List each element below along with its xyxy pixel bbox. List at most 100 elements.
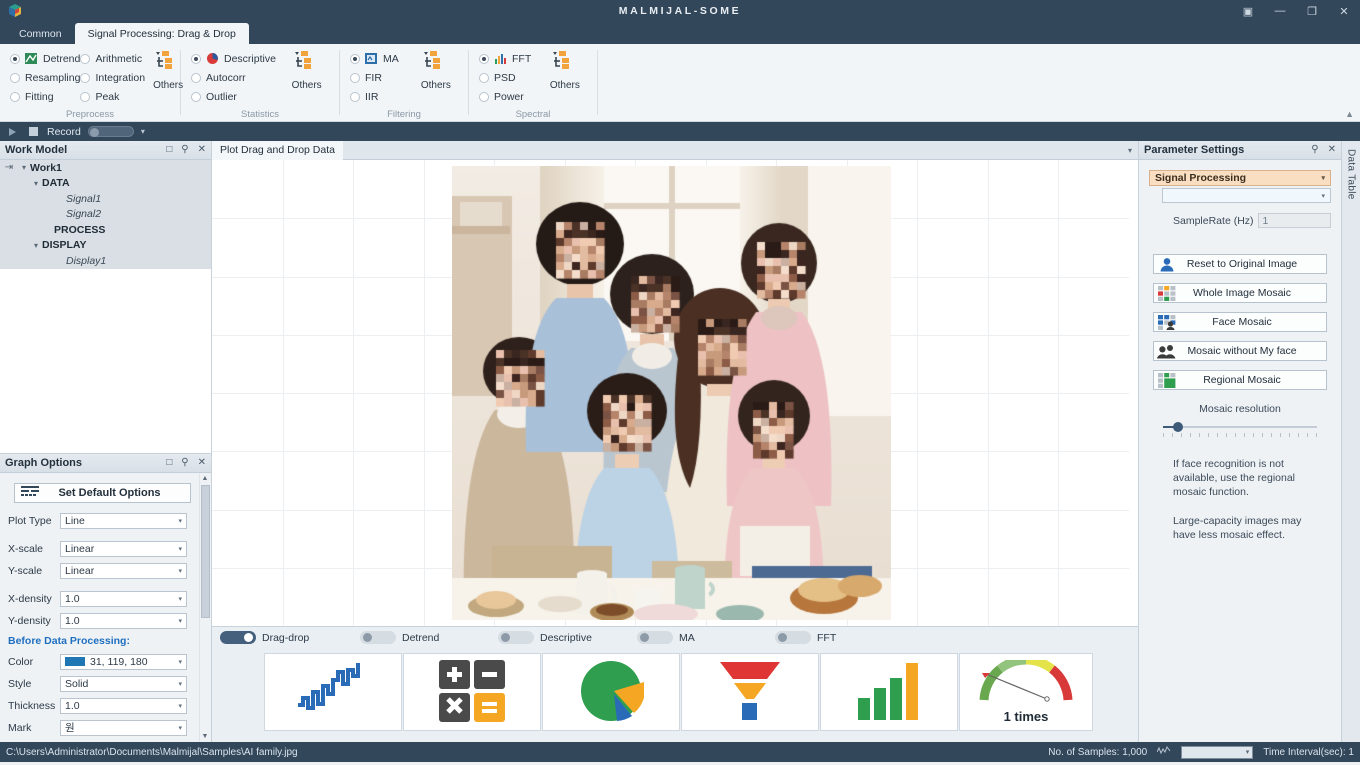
radio-psd[interactable]: PSD: [479, 70, 535, 85]
radio-peak[interactable]: Peak: [80, 89, 145, 104]
family-photo-with-mosaic-faces[interactable]: [452, 166, 891, 620]
color-select[interactable]: 31, 119, 180 ▾: [60, 654, 187, 670]
tree-node-work1[interactable]: ⇥ ▾ Work1: [0, 160, 211, 176]
scroll-down-icon[interactable]: ▼: [202, 731, 209, 742]
restore-icon[interactable]: □: [166, 145, 172, 155]
toggle-switch[interactable]: [637, 631, 673, 644]
reset-to-original-image-button[interactable]: Reset to Original Image: [1153, 254, 1327, 274]
filter-card[interactable]: [681, 653, 819, 731]
radio-detrend[interactable]: Detrend: [10, 51, 80, 66]
others-button-spectral[interactable]: Others: [543, 48, 587, 91]
pin-icon[interactable]: ⚲: [181, 458, 188, 468]
radio-resampling[interactable]: Resampling: [10, 70, 80, 85]
run-count-card[interactable]: 1 times: [959, 653, 1093, 731]
tree-node-signal2[interactable]: Signal2: [0, 207, 211, 223]
pin-icon[interactable]: ⚲: [1311, 145, 1318, 155]
radio-fft[interactable]: FFT: [479, 51, 535, 66]
tree-node-signal1[interactable]: Signal1: [0, 191, 211, 207]
mark-select[interactable]: 원 ▾: [60, 720, 187, 736]
close-icon[interactable]: ✕: [1328, 0, 1360, 22]
radio-integration[interactable]: Integration: [80, 70, 145, 85]
radio-outlier[interactable]: Outlier: [191, 89, 276, 104]
toggle-fft[interactable]: FFT: [775, 631, 836, 644]
maximize-icon[interactable]: ❐: [1296, 0, 1328, 22]
radio-dot: [350, 54, 360, 64]
radio-autocorr[interactable]: Autocorr: [191, 70, 276, 85]
toggle-switch[interactable]: [220, 631, 256, 644]
close-icon[interactable]: ✕: [198, 145, 206, 155]
thickness-select[interactable]: 1.0 ▾: [60, 698, 187, 714]
close-icon[interactable]: ✕: [1328, 145, 1336, 155]
radio-power[interactable]: Power: [479, 89, 535, 104]
radio-label: Autocorr: [206, 72, 246, 84]
chevron-down-icon[interactable]: ▾: [30, 241, 42, 250]
scrollbar-thumb[interactable]: [201, 485, 210, 618]
scroll-up-icon[interactable]: ▲: [202, 473, 209, 484]
play-icon[interactable]: [5, 125, 19, 139]
tab-plot-drag-and-drop-data[interactable]: Plot Drag and Drop Data: [212, 141, 343, 160]
tree-node-process[interactable]: PROCESS: [0, 222, 211, 238]
others-button-preprocess[interactable]: Others: [153, 48, 183, 91]
others-button-statistics[interactable]: Others: [284, 48, 329, 91]
set-default-options-button[interactable]: Set Default Options: [14, 483, 191, 503]
regional-mosaic-button[interactable]: Regional Mosaic: [1153, 370, 1327, 390]
plot-canvas[interactable]: [212, 160, 1138, 626]
x-density-select[interactable]: 1.0 ▾: [60, 591, 187, 607]
stop-icon[interactable]: [26, 125, 40, 139]
others-label: Others: [292, 80, 322, 91]
style-select[interactable]: Solid ▾: [60, 676, 187, 692]
subcategory-select[interactable]: ▾: [1162, 188, 1331, 203]
tree-node-display[interactable]: ▾ DISPLAY: [0, 238, 211, 254]
descriptive-card[interactable]: [542, 653, 680, 731]
toggle-detrend[interactable]: Detrend: [360, 631, 439, 644]
chevron-down-icon[interactable]: ▾: [18, 163, 30, 172]
minimize-icon[interactable]: —: [1264, 0, 1296, 22]
work-model-tree[interactable]: ⇥ ▾ Work1 ▾ DATA Signal1 Signal2: [0, 160, 211, 453]
restore-icon[interactable]: □: [166, 458, 172, 468]
radio-arithmetic[interactable]: Arithmetic: [80, 51, 145, 66]
mosaic-without-my-face-button[interactable]: Mosaic without My face: [1153, 341, 1327, 361]
status-combo[interactable]: ▾: [1181, 746, 1253, 759]
toggle-switch[interactable]: [775, 631, 811, 644]
tab-common[interactable]: Common: [6, 23, 75, 44]
toggle-switch[interactable]: [498, 631, 534, 644]
radio-ma[interactable]: MA: [350, 51, 406, 66]
toggle-label: Drag-drop: [262, 632, 309, 644]
slider-knob[interactable]: [1173, 422, 1183, 432]
chevron-down-icon[interactable]: ▾: [30, 179, 42, 188]
others-button-filtering[interactable]: Others: [414, 48, 458, 91]
whole-image-mosaic-button[interactable]: Whole Image Mosaic: [1153, 283, 1327, 303]
plot-type-select[interactable]: Line ▾: [60, 513, 187, 529]
layout-toggle-icon[interactable]: ▣: [1232, 0, 1264, 22]
samplerate-input[interactable]: 1: [1258, 213, 1331, 228]
ribbon-collapse-icon[interactable]: ▲: [1345, 109, 1354, 119]
toggle-descriptive[interactable]: Descriptive: [498, 631, 592, 644]
face-mosaic-button[interactable]: Face Mosaic: [1153, 312, 1327, 332]
pin-icon[interactable]: ⚲: [181, 145, 188, 155]
chevron-down-icon[interactable]: ▾: [1128, 146, 1132, 155]
fft-card[interactable]: [820, 653, 958, 731]
record-toggle[interactable]: [88, 126, 134, 137]
graph-options-scrollbar[interactable]: ▲ ▼: [199, 473, 210, 742]
toggle-drag-drop[interactable]: Drag-drop: [220, 631, 309, 644]
signal-plot-card[interactable]: [264, 653, 402, 731]
radio-descriptive[interactable]: Descriptive: [191, 51, 276, 66]
tab-signal-processing[interactable]: Signal Processing: Drag & Drop: [75, 23, 249, 44]
data-table-rail[interactable]: Data Table: [1341, 141, 1360, 742]
radio-fir[interactable]: FIR: [350, 70, 406, 85]
close-icon[interactable]: ✕: [198, 458, 206, 468]
radio-label: Fitting: [25, 91, 54, 103]
mosaic-resolution-slider[interactable]: [1149, 421, 1331, 439]
y-density-select[interactable]: 1.0 ▾: [60, 613, 187, 629]
toggle-ma[interactable]: MA: [637, 631, 695, 644]
radio-iir[interactable]: IIR: [350, 89, 406, 104]
x-scale-select[interactable]: Linear ▾: [60, 541, 187, 557]
toggle-switch[interactable]: [360, 631, 396, 644]
record-caret-icon[interactable]: ▾: [141, 127, 145, 136]
y-scale-select[interactable]: Linear ▾: [60, 563, 187, 579]
arithmetic-card[interactable]: [403, 653, 541, 731]
tree-node-data[interactable]: ▾ DATA: [0, 176, 211, 192]
category-select[interactable]: Signal Processing ▾: [1149, 170, 1331, 186]
tree-node-display1[interactable]: Display1: [0, 253, 211, 269]
radio-fitting[interactable]: Fitting: [10, 89, 80, 104]
